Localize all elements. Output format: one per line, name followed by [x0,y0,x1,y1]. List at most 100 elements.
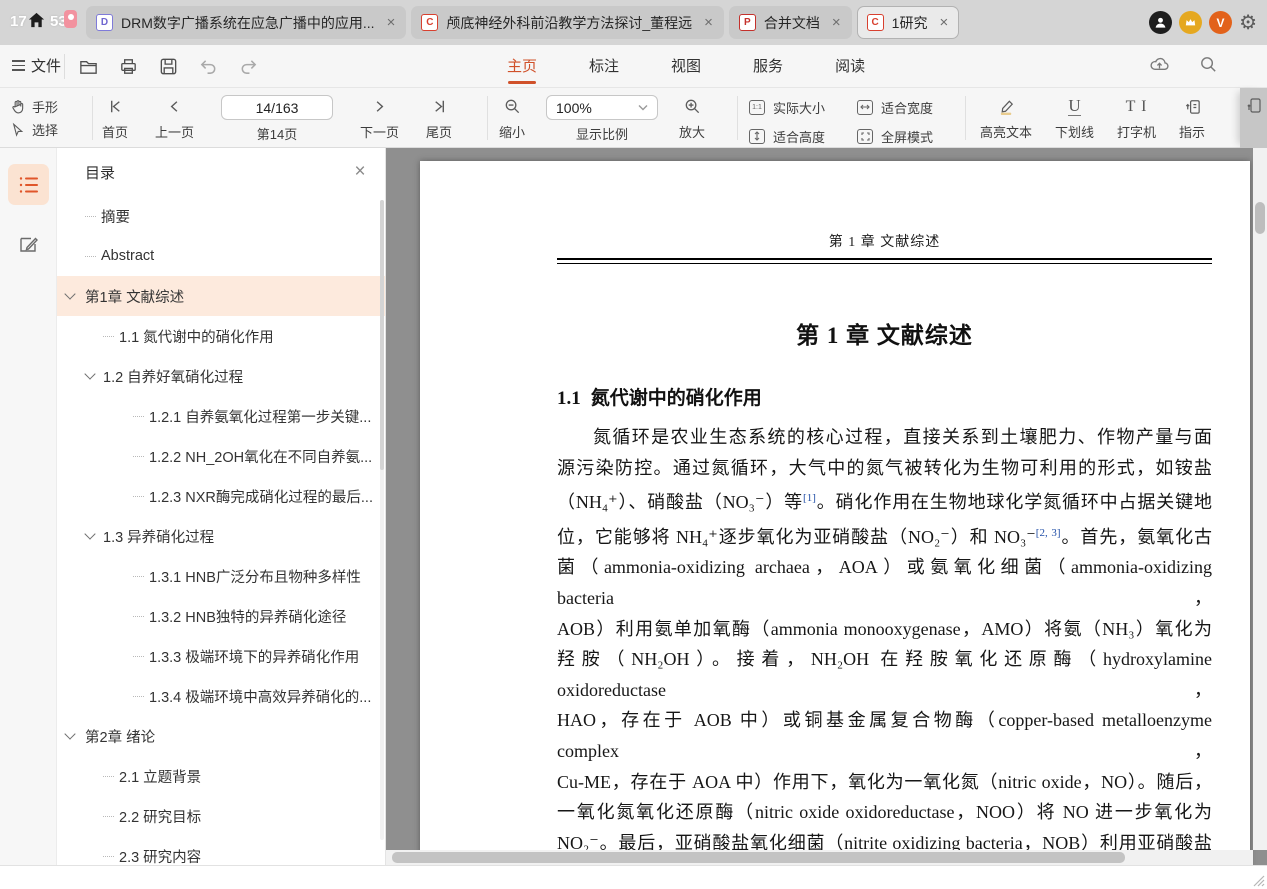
member-badge-icon[interactable] [1179,11,1203,34]
document-tab[interactable]: C 颅底神经外科前沿教学方法探讨_董程远 × [411,6,724,39]
toc-item[interactable]: 第1章 文献综述 [57,276,385,316]
citation-link[interactable]: [1] [803,492,816,504]
next-page-label: 下一页 [360,125,400,140]
horizontal-scrollbar[interactable] [386,850,1253,865]
toc-list-icon [19,176,38,193]
toc-item[interactable]: 1.2.2 NH_2OH氧化在不同自养氨... [57,436,385,476]
fit-width-icon [857,99,873,115]
vertical-scrollbar[interactable] [1253,148,1267,850]
toc-item[interactable]: 2.3 研究内容 [57,836,385,865]
hand-tool-button[interactable]: 手形 [10,95,58,118]
section-title: 氮代谢中的硝化作用 [590,388,762,409]
toc-item[interactable]: 1.3.3 极端环境下的异养硝化作用 [57,636,385,676]
menubar-right-icons [1149,54,1219,80]
citation-link[interactable]: [2, 3] [1036,527,1061,539]
tab-close-icon[interactable]: × [387,14,396,31]
toc-item[interactable]: 1.2.3 NXR酶完成硝化过程的最后... [57,476,385,516]
undo-icon[interactable] [196,53,220,79]
toc-item[interactable]: 2.1 立题背景 [57,756,385,796]
page-number-input[interactable]: 14/163 [221,95,334,120]
underline-button[interactable]: U 下划线 [1055,95,1094,141]
toc-item[interactable]: 1.3.4 极端环境中高效异养硝化的... [57,676,385,716]
highlight-text-button[interactable]: 高亮文本 [980,95,1032,141]
search-icon[interactable] [1198,54,1219,80]
chevron-down-icon[interactable] [86,530,94,538]
document-tab[interactable]: C 1研究 × [856,6,960,39]
zoom-in-button[interactable]: 放大 [679,95,705,143]
toolbar-divider [487,96,488,140]
first-page-button[interactable]: 首页 [102,95,128,141]
body-text-line: HAO，存在于 AOB 中）或铜基金属复合物酶（copper-based met… [557,710,1212,761]
caj-file-icon-red: C [421,14,439,31]
tab-close-icon[interactable]: × [832,14,841,31]
zoom-ratio-select[interactable]: 100% [546,95,659,120]
prev-page-button[interactable]: 上一页 [155,95,194,141]
document-tab[interactable]: D DRM数字广播系统在应急广播中的应用... × [86,6,407,39]
document-viewport[interactable]: 第 1 章 文献综述 第 1 章 文献综述 1.1 氮代谢中的硝化作用 氮循环是农… [386,148,1267,865]
sidebar-close-icon[interactable]: × [349,161,371,183]
toc-panel-button[interactable] [8,164,49,205]
typewriter-button[interactable]: T I 打字机 [1117,95,1156,141]
document-tab[interactable]: P 合并文档 × [728,6,852,39]
vertical-scroll-thumb[interactable] [1255,202,1265,234]
sidebar-scroll-thumb[interactable] [380,200,384,470]
fit-width-button[interactable]: 适合宽度 [857,97,965,117]
toc-item[interactable]: 1.2 自养好氧硝化过程 [57,356,385,396]
chevron-down-icon[interactable] [66,290,74,298]
pin-badge-icon[interactable] [64,10,77,28]
sidebar-scrollbar[interactable] [380,200,384,840]
toc-item[interactable]: 1.3.1 HNB广泛分布且物种多样性 [57,556,385,596]
ribbon-tab[interactable]: 主页 [506,53,538,84]
indicator-button[interactable]: 指示 [1179,95,1205,141]
fullscreen-button[interactable]: 全屏模式 [857,126,965,146]
chevron-down-icon[interactable] [66,730,74,738]
pointer-mode-group: 手形 选择 [10,95,58,141]
sidebar-header: 目录 × [57,148,385,196]
toc-item[interactable]: 1.3 异养硝化过程 [57,516,385,556]
tree-guide [133,655,144,657]
file-menu-button[interactable]: 文件 [12,55,61,76]
highlight-text-label: 高亮文本 [980,125,1033,140]
collapsed-panel-edge[interactable] [1240,88,1267,148]
ribbon-tab[interactable]: 阅读 [834,53,866,84]
actual-size-button[interactable]: 1:1 实际大小 [749,97,857,117]
ribbon-tab[interactable]: 服务 [752,53,784,84]
next-page-button[interactable]: 下一页 [360,95,399,141]
settings-gear-icon[interactable]: ⚙ [1239,13,1257,33]
toc-item[interactable]: 1.1 氮代谢中的硝化作用 [57,316,385,356]
account-avatar-icon[interactable] [1149,11,1173,34]
select-tool-button[interactable]: 选择 [10,118,58,141]
tab-close-icon[interactable]: × [704,14,713,31]
print-icon[interactable] [116,53,140,79]
hand-tool-label: 手形 [32,100,59,115]
fit-height-button[interactable]: 适合高度 [749,126,857,146]
toc-item[interactable]: 1.2.1 自养氨氧化过程第一步关键... [57,396,385,436]
cloud-upload-icon[interactable] [1149,54,1170,80]
open-folder-icon[interactable] [76,53,100,79]
zoom-out-button[interactable]: 缩小 [499,95,525,143]
ribbon-tab[interactable]: 标注 [588,53,620,84]
ribbon-tab[interactable]: 视图 [670,53,702,84]
chevron-down-icon[interactable] [86,370,94,378]
last-page-button[interactable]: 尾页 [426,95,452,141]
paragraph: 氮循环是农业生态系统的核心过程，直接关系到土壤肥力、作物产量与面 源污染防控。通过… [557,422,1212,865]
toc-item[interactable]: Abstract [57,236,385,276]
annotation-panel-button[interactable] [8,224,49,265]
home-icon[interactable] [27,11,46,35]
tree-guide [133,415,144,417]
toc-item[interactable]: 2.2 研究目标 [57,796,385,836]
save-icon[interactable] [156,53,180,79]
body-text-line: 氮循环是农业生态系统的核心过程，直接关系到土壤肥力、作物产量与面 [593,427,1212,447]
tree-guide [85,215,96,217]
resize-grip-icon[interactable] [1251,873,1265,887]
note-edit-icon [20,237,38,252]
toc-item[interactable]: 1.3.2 HNB独特的异养硝化途径 [57,596,385,636]
redo-icon[interactable] [236,53,260,79]
tab-close-icon[interactable]: × [939,14,948,31]
vip-badge-icon[interactable]: V [1209,11,1233,34]
toc-item[interactable]: 摘要 [57,196,385,236]
toc-item[interactable]: 第2章 绪论 [57,716,385,756]
tabbar-right-cluster: V ⚙ [1149,11,1257,34]
horizontal-scroll-thumb[interactable] [392,852,1125,863]
tabbar-left-cluster: 17 53 [0,0,86,45]
